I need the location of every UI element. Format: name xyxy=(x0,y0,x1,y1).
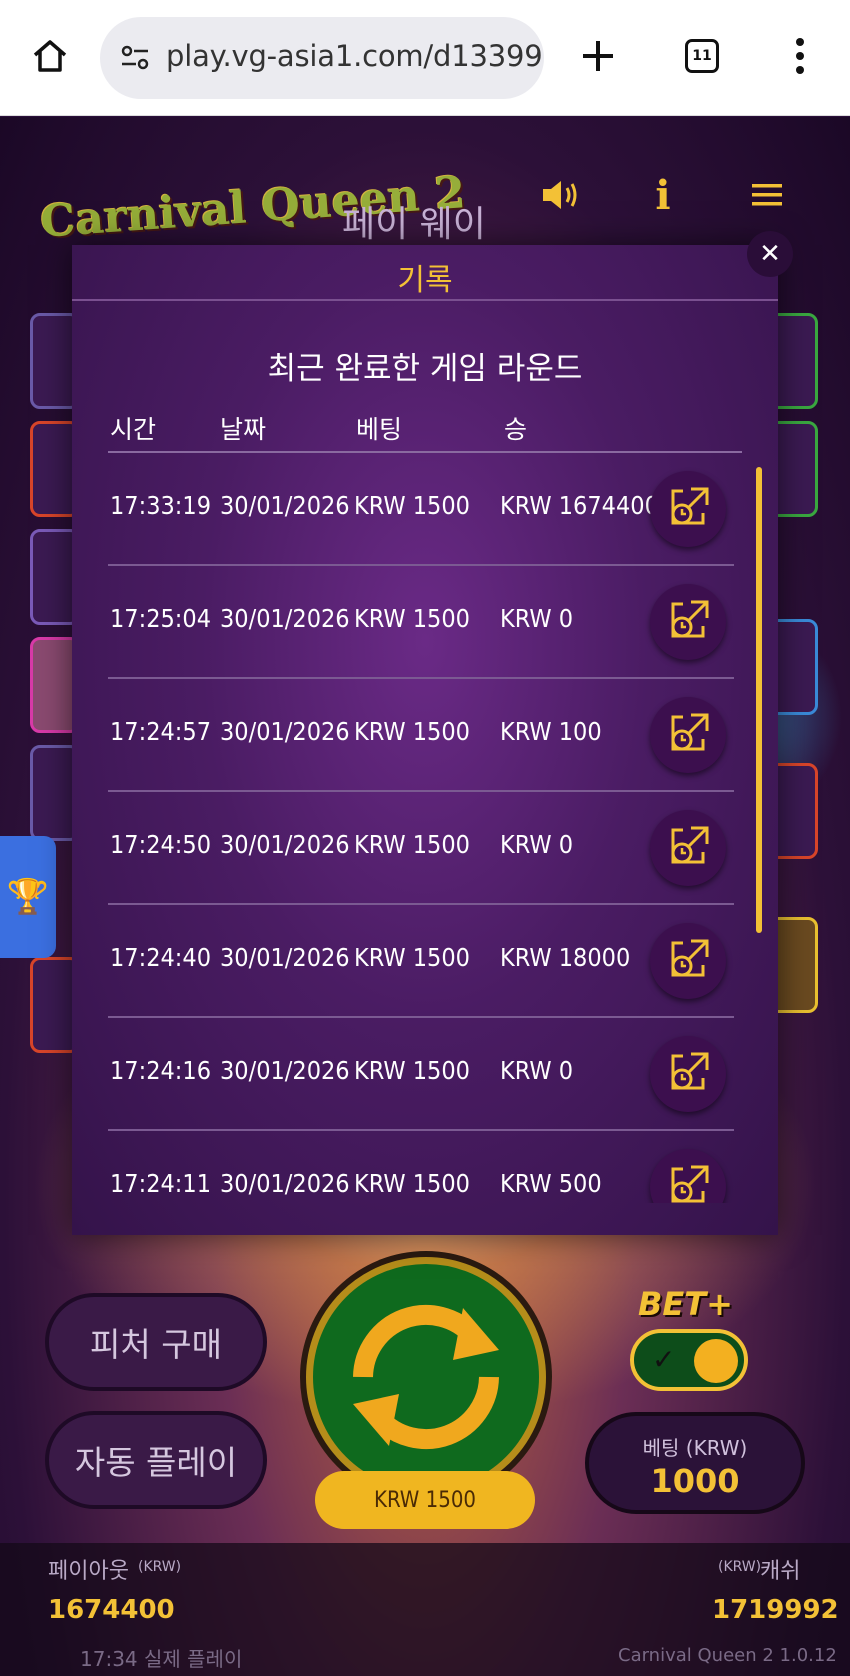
row-time: 17:24:57 xyxy=(110,717,212,746)
replay-button[interactable] xyxy=(650,1036,726,1112)
history-row: 17:24:11 30/01/2026 KRW 1500 KRW 500 xyxy=(72,1131,778,1203)
row-win: KRW 1674400 xyxy=(500,491,659,520)
column-header-win: 승 xyxy=(504,415,528,444)
replay-icon xyxy=(665,824,711,872)
row-date: 30/01/2026 xyxy=(220,943,350,972)
replay-icon xyxy=(665,1050,711,1098)
row-win: KRW 0 xyxy=(500,604,574,633)
replay-button[interactable] xyxy=(650,584,726,660)
row-date: 30/01/2026 xyxy=(220,1169,350,1198)
row-bet: KRW 1500 xyxy=(354,1056,470,1085)
row-time: 17:24:50 xyxy=(110,830,212,859)
row-bet: KRW 1500 xyxy=(354,1169,470,1198)
history-row: 17:24:50 30/01/2026 KRW 1500 KRW 0 xyxy=(72,792,778,905)
version-label: Carnival Queen 2 1.0.12 xyxy=(618,1645,837,1666)
bet-box-label: 베팅 (KRW) xyxy=(642,1436,748,1460)
row-time: 17:24:16 xyxy=(110,1056,212,1085)
url-text: play.vg-asia1.com/d133992c xyxy=(166,39,544,73)
replay-icon xyxy=(665,485,711,533)
new-tab-icon[interactable] xyxy=(570,28,626,84)
tabs-icon[interactable]: 11 xyxy=(674,28,730,84)
row-date: 30/01/2026 xyxy=(220,1056,350,1085)
history-row: 17:24:40 30/01/2026 KRW 1500 KRW 18000 xyxy=(72,905,778,1018)
payout-unit: (KRW) xyxy=(138,1559,182,1575)
modal-subtitle: 최근 완료한 게임 라운드 xyxy=(267,351,583,387)
column-header-time: 시간 xyxy=(110,415,157,444)
column-header-bet: 베팅 xyxy=(356,415,403,444)
spin-button[interactable] xyxy=(306,1257,546,1497)
row-bet: KRW 1500 xyxy=(354,717,470,746)
history-row: 17:24:57 30/01/2026 KRW 1500 KRW 100 xyxy=(72,679,778,792)
cash-label: 캐쉬 xyxy=(760,1559,801,1584)
home-icon[interactable] xyxy=(22,28,78,84)
game-footer: 페이아웃 (KRW) 1674400 (KRW) 캐쉬 1719992 17:3… xyxy=(0,1543,850,1676)
row-win: KRW 18000 xyxy=(500,943,631,972)
sound-icon[interactable] xyxy=(530,165,590,225)
row-bet: KRW 1500 xyxy=(354,943,470,972)
row-date: 30/01/2026 xyxy=(220,717,350,746)
tab-count: 11 xyxy=(685,39,719,73)
bet-plus-label: BET+ xyxy=(638,1285,733,1323)
row-win: KRW 0 xyxy=(500,830,574,859)
cash-value: 1719992 xyxy=(712,1595,839,1625)
row-bet: KRW 1500 xyxy=(354,491,470,520)
replay-icon xyxy=(665,711,711,759)
replay-icon xyxy=(665,937,711,985)
close-icon[interactable]: ✕ xyxy=(747,231,793,277)
row-time: 17:24:40 xyxy=(110,943,212,972)
payout-value: 1674400 xyxy=(48,1595,175,1625)
replay-button[interactable] xyxy=(650,697,726,773)
info-icon[interactable]: i xyxy=(633,165,693,225)
menu-icon[interactable] xyxy=(737,165,797,225)
row-date: 30/01/2026 xyxy=(220,604,350,633)
history-list[interactable]: 17:33:19 30/01/2026 KRW 1500 KRW 1674400 17:… xyxy=(72,453,778,1203)
trophy-icon: 🏆 xyxy=(6,877,50,917)
history-row: 17:33:19 30/01/2026 KRW 1500 KRW 1674400 xyxy=(72,453,778,566)
replay-button[interactable] xyxy=(650,1149,726,1203)
autoplay-button[interactable]: 자동 플레이 xyxy=(45,1411,267,1509)
check-icon: ✓ xyxy=(652,1343,676,1376)
feature-buy-button[interactable]: 피처 구매 xyxy=(45,1293,267,1391)
row-win: KRW 100 xyxy=(500,717,602,746)
replay-button[interactable] xyxy=(650,810,726,886)
spin-icon xyxy=(353,1304,499,1450)
row-date: 30/01/2026 xyxy=(220,491,350,520)
history-row: 17:25:04 30/01/2026 KRW 1500 KRW 0 xyxy=(72,566,778,679)
row-win: KRW 500 xyxy=(500,1169,602,1198)
column-header-date: 날짜 xyxy=(220,415,267,444)
row-time: 17:25:04 xyxy=(110,604,212,633)
more-menu-icon[interactable] xyxy=(772,28,828,84)
site-settings-icon[interactable] xyxy=(118,41,152,79)
replay-icon xyxy=(665,1163,711,1203)
row-bet: KRW 1500 xyxy=(354,604,470,633)
replay-icon xyxy=(665,598,711,646)
payout-label: 페이아웃 xyxy=(48,1559,129,1584)
address-bar[interactable]: play.vg-asia1.com/d133992c xyxy=(100,17,544,99)
scrollbar[interactable] xyxy=(756,467,762,933)
cash-unit: (KRW) xyxy=(718,1559,762,1575)
row-time: 17:24:11 xyxy=(110,1169,212,1198)
row-time: 17:33:19 xyxy=(110,491,212,520)
browser-toolbar: play.vg-asia1.com/d133992c 11 xyxy=(0,0,850,116)
row-date: 30/01/2026 xyxy=(220,830,350,859)
bet-box-value: 1000 xyxy=(650,1462,740,1500)
pay-way-label: 페이 웨이 xyxy=(342,204,486,245)
toggle-knob xyxy=(694,1339,738,1383)
history-row: 17:24:16 30/01/2026 KRW 1500 KRW 0 xyxy=(72,1018,778,1131)
history-modal: 기록 최근 완료한 게임 라운드 시간 날짜 베팅 승 17:33:19 30/0… xyxy=(72,245,778,1235)
bet-plus-toggle[interactable]: ✓ xyxy=(630,1329,748,1391)
time-mode: 17:34 실제 플레이 xyxy=(80,1647,243,1671)
bet-amount-selector[interactable]: 베팅 (KRW) 1000 xyxy=(585,1412,805,1514)
modal-title: 기록 xyxy=(397,263,453,298)
row-bet: KRW 1500 xyxy=(354,830,470,859)
modal-header: 기록 xyxy=(72,245,778,301)
trophy-tab[interactable]: 🏆 xyxy=(0,836,56,958)
row-win: KRW 0 xyxy=(500,1056,574,1085)
current-bet-display: KRW 1500 xyxy=(315,1471,535,1529)
replay-button[interactable] xyxy=(650,923,726,999)
replay-button[interactable] xyxy=(650,471,726,547)
